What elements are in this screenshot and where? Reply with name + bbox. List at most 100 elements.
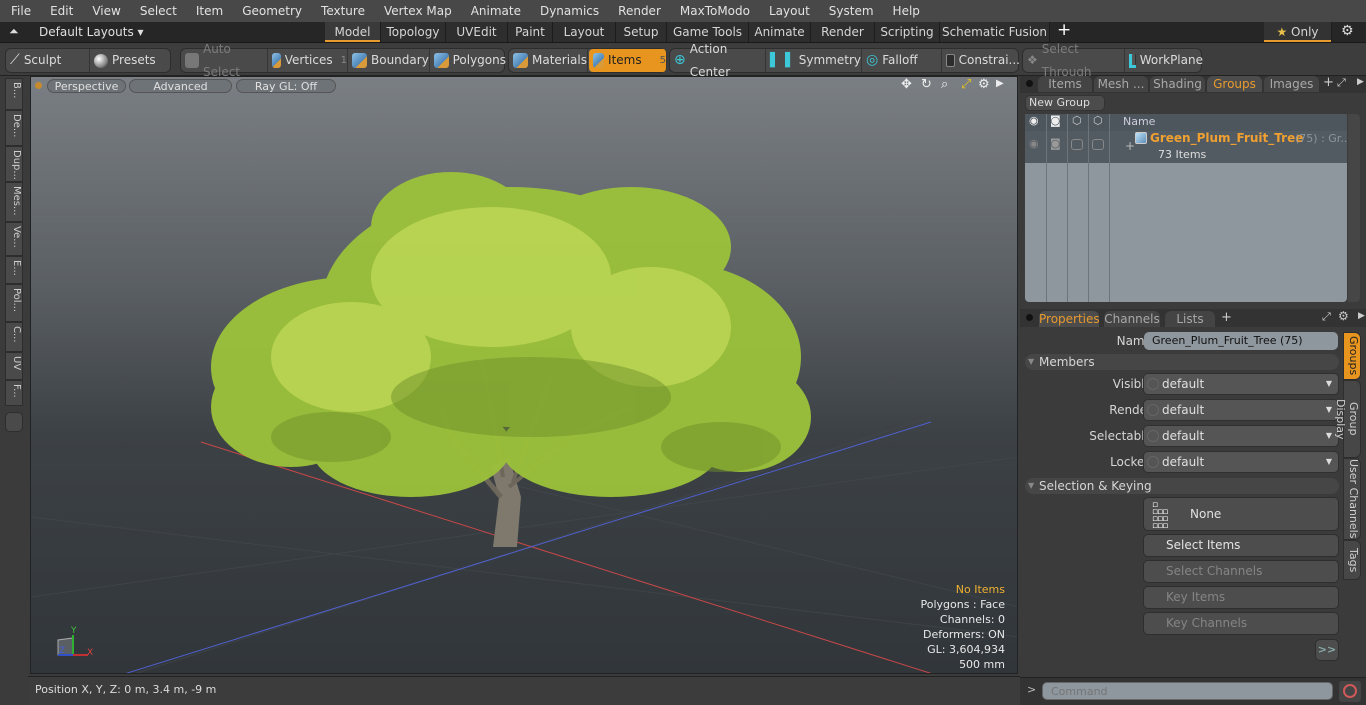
visibility-col-icon[interactable]: ◉ <box>1029 114 1039 127</box>
tab-lists[interactable]: Lists <box>1165 311 1215 327</box>
locked-dropdown[interactable]: default ▼ <box>1143 451 1339 473</box>
tab-schematic-fusion[interactable]: Schematic Fusion <box>940 22 1050 42</box>
visible-dropdown[interactable]: default ▼ <box>1143 373 1339 395</box>
menu-item[interactable]: Item <box>185 4 231 18</box>
group-list-scrollbar[interactable] <box>1348 114 1360 302</box>
workplane-button[interactable]: WorkPlane <box>1125 49 1203 72</box>
tab-paint[interactable]: Paint <box>508 22 553 42</box>
new-group-button[interactable]: New Group <box>1025 95 1105 111</box>
left-tab-duplicate[interactable]: Dup... <box>5 146 23 182</box>
none-button[interactable]: ▫ ▫▫▫ ▫▫▫ ▫▫▫ None <box>1143 497 1339 531</box>
props-arrow-icon[interactable]: ▶ <box>1358 311 1365 321</box>
left-tab-uv[interactable]: UV <box>5 352 23 380</box>
selection-keying-section[interactable]: ▼ Selection & Keying <box>1025 478 1339 494</box>
left-tab-extra[interactable] <box>5 412 23 432</box>
side-tab-groups[interactable]: Groups <box>1343 332 1361 380</box>
tab-properties[interactable]: Properties <box>1039 311 1100 327</box>
members-section[interactable]: ▼ Members <box>1025 354 1339 370</box>
constraints-button[interactable]: Constrai... <box>942 49 1020 72</box>
tab-model[interactable]: Model <box>325 22 381 42</box>
symmetry-button[interactable]: ▌▐ Symmetry <box>766 49 862 72</box>
left-tab-basic[interactable]: B... <box>5 78 23 110</box>
menu-layout[interactable]: Layout <box>758 4 818 18</box>
props-expand-icon[interactable]: ⤢ <box>1322 310 1331 324</box>
left-tab-vertex[interactable]: Ve... <box>5 222 23 256</box>
tab-groups[interactable]: Groups <box>1207 76 1262 92</box>
menu-animate[interactable]: Animate <box>460 4 529 18</box>
tab-layout[interactable]: Layout <box>553 22 616 42</box>
side-tab-tags[interactable]: Tags <box>1343 540 1361 580</box>
falloff-button[interactable]: ◎ Falloff <box>862 49 942 72</box>
boundary-button[interactable]: Boundary <box>348 49 430 72</box>
render-col-icon[interactable]: ◙ <box>1050 114 1061 127</box>
menu-render[interactable]: Render <box>607 4 669 18</box>
group-row[interactable]: ◉ ◙ + Green_Plum_Fruit_Tree (75) : Gr...… <box>1025 131 1347 163</box>
left-tab-deform[interactable]: De... <box>5 110 23 146</box>
3d-viewport[interactable]: Perspective Advanced Ray GL: Off ✥ ↻ ⌕ ⤢… <box>30 76 1018 674</box>
name-column-header[interactable]: Name <box>1123 115 1155 128</box>
tab-setup[interactable]: Setup <box>616 22 667 42</box>
panel-arrow-icon[interactable]: ▶ <box>1357 77 1364 87</box>
layouts-dropdown[interactable]: Default Layouts ▾ <box>39 25 144 39</box>
tab-render[interactable]: Render <box>811 22 875 42</box>
name-input[interactable]: Green_Plum_Fruit_Tree (75) <box>1144 332 1338 350</box>
select-col-icon[interactable]: ⬡ <box>1093 114 1103 127</box>
tab-items[interactable]: Items <box>1038 76 1092 92</box>
tab-shading[interactable]: Shading <box>1150 76 1205 92</box>
left-tab-polygon[interactable]: Pol... <box>5 284 23 322</box>
left-tab-fusion[interactable]: F... <box>5 380 23 406</box>
row-lock-toggle[interactable] <box>1071 139 1083 150</box>
tab-uvedit[interactable]: UVEdit <box>446 22 508 42</box>
side-tab-user-channels[interactable]: User Channels <box>1343 458 1361 540</box>
left-tab-mesh-edit[interactable]: Mes... <box>5 182 23 222</box>
panel-expand-icon[interactable]: ⤢ <box>1337 76 1346 90</box>
select-through-button[interactable]: ❖ Select Through <box>1023 42 1125 79</box>
row-render-icon[interactable]: ◙ <box>1050 137 1061 150</box>
materials-button[interactable]: Materials <box>509 49 588 72</box>
menu-maxtomodo[interactable]: MaxToModo <box>669 4 758 18</box>
menu-file[interactable]: File <box>0 4 39 18</box>
panel-menu-dot-icon[interactable] <box>1026 80 1033 87</box>
menu-dynamics[interactable]: Dynamics <box>529 4 607 18</box>
items-button[interactable]: Items 5 <box>589 49 667 72</box>
polygons-button[interactable]: Polygons <box>430 49 506 72</box>
vertices-button[interactable]: Vertices 1 <box>268 49 348 72</box>
record-button[interactable] <box>1339 681 1361 702</box>
side-tab-group-display[interactable]: Group Display <box>1334 380 1361 458</box>
add-props-tab-icon[interactable]: + <box>1221 310 1232 325</box>
tab-channels[interactable]: Channels <box>1104 311 1160 327</box>
menu-edit[interactable]: Edit <box>39 4 81 18</box>
row-visibility-icon[interactable]: ◉ <box>1029 137 1039 150</box>
lock-col-icon[interactable]: ⬡ <box>1072 114 1082 127</box>
key-items-button[interactable]: Key Items <box>1143 586 1339 609</box>
expand-plus-icon[interactable]: + <box>1125 139 1135 153</box>
collapse-up-icon[interactable]: ⏶ <box>9 24 19 39</box>
presets-button[interactable]: Presets <box>90 49 172 72</box>
command-input[interactable] <box>1042 682 1333 700</box>
menu-vertex-map[interactable]: Vertex Map <box>373 4 460 18</box>
left-tab-curve[interactable]: C... <box>5 322 23 352</box>
tab-mesh[interactable]: Mesh ... <box>1094 76 1148 92</box>
menu-help[interactable]: Help <box>882 4 928 18</box>
select-items-button[interactable]: Select Items <box>1143 534 1339 557</box>
menu-select[interactable]: Select <box>129 4 185 18</box>
menu-texture[interactable]: Texture <box>310 4 373 18</box>
action-center-button[interactable]: ⊕ Action Center <box>670 42 766 79</box>
left-tab-edge[interactable]: E... <box>5 256 23 284</box>
menu-system[interactable]: System <box>818 4 882 18</box>
more-button[interactable]: >> <box>1315 639 1339 661</box>
auto-select-button[interactable]: Auto Select <box>181 42 268 79</box>
tab-topology[interactable]: Topology <box>381 22 446 42</box>
add-panel-tab-icon[interactable]: + <box>1323 75 1334 90</box>
row-select-toggle[interactable] <box>1092 139 1104 150</box>
props-gear-icon[interactable]: ⚙ <box>1338 309 1349 323</box>
only-toggle[interactable]: ★ Only <box>1264 22 1332 42</box>
props-menu-dot-icon[interactable] <box>1026 314 1033 321</box>
key-channels-button[interactable]: Key Channels <box>1143 612 1339 635</box>
tab-images[interactable]: Images <box>1264 76 1319 92</box>
gear-icon[interactable]: ⚙ <box>1341 23 1354 39</box>
sculpt-button[interactable]: ⟋ Sculpt <box>6 49 90 72</box>
menu-view[interactable]: View <box>81 4 128 18</box>
render-dropdown[interactable]: default ▼ <box>1143 399 1339 421</box>
menu-geometry[interactable]: Geometry <box>231 4 310 18</box>
